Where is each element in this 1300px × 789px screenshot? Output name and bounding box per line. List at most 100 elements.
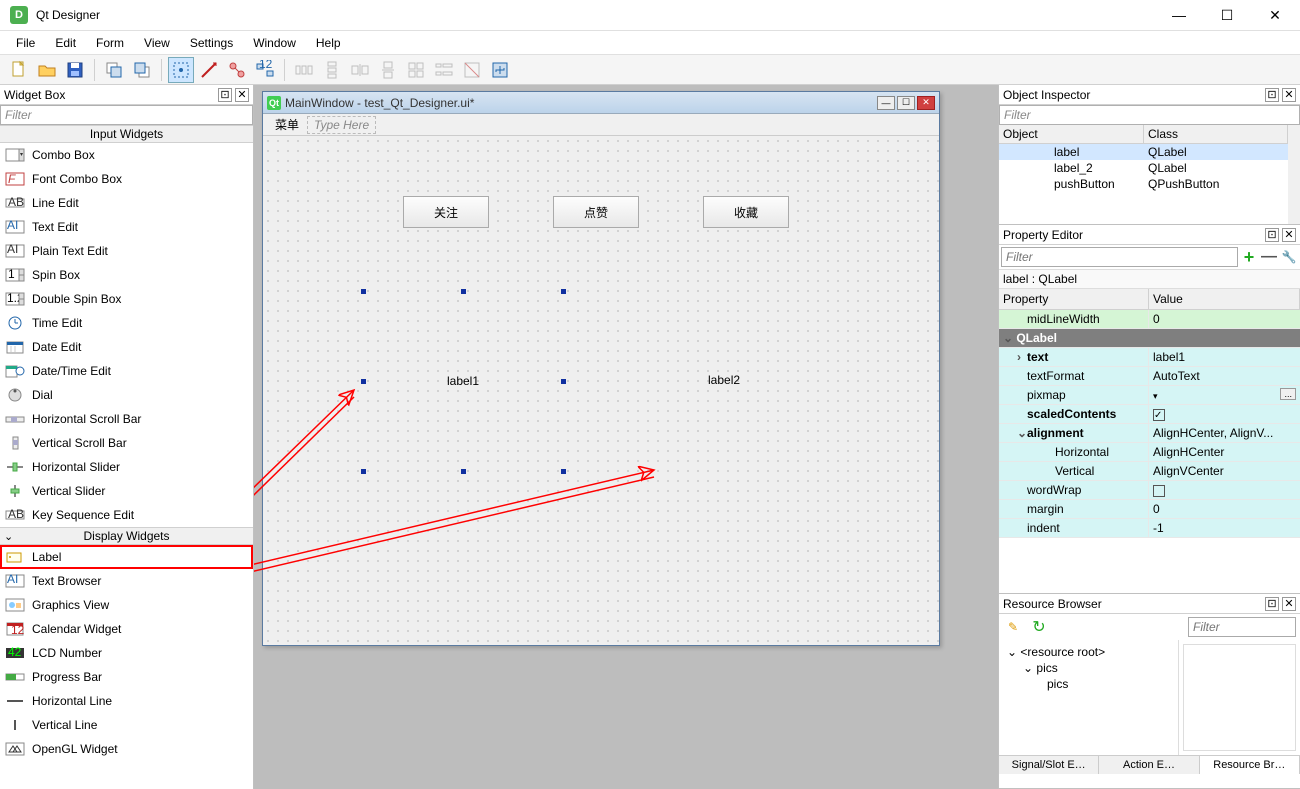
- oi-col-class[interactable]: Class: [1144, 125, 1288, 143]
- widget-item[interactable]: AIText Edit: [0, 215, 253, 239]
- pe-col-property[interactable]: Property: [999, 289, 1149, 309]
- widget-item[interactable]: Date/Time Edit: [0, 359, 253, 383]
- edit-buddies-icon[interactable]: [224, 57, 250, 83]
- dock-close-icon[interactable]: ✕: [235, 88, 249, 102]
- rb-edit-icon[interactable]: ✎: [1003, 617, 1023, 637]
- pe-add-icon[interactable]: +: [1240, 248, 1258, 266]
- widget-item[interactable]: Dial: [0, 383, 253, 407]
- tab-signal-slot[interactable]: Signal/Slot E…: [999, 756, 1099, 774]
- property-row[interactable]: HorizontalAlignHCenter: [999, 443, 1300, 462]
- bring-front-icon[interactable]: [129, 57, 155, 83]
- pe-filter-input[interactable]: [1001, 247, 1238, 267]
- design-window[interactable]: Qt MainWindow - test_Qt_Designer.ui* — ☐…: [262, 91, 940, 646]
- close-button[interactable]: ✕: [1260, 7, 1290, 24]
- widget-group-display[interactable]: ⌄Display Widgets: [0, 527, 253, 545]
- layout-h-splitter-icon[interactable]: [347, 57, 373, 83]
- widget-box-filter-input[interactable]: [0, 105, 253, 125]
- menu-window[interactable]: Window: [243, 33, 306, 53]
- pushbutton-2[interactable]: 点赞: [553, 196, 639, 228]
- menu-view[interactable]: View: [134, 33, 180, 53]
- design-canvas[interactable]: Qt MainWindow - test_Qt_Designer.ui* — ☐…: [254, 85, 998, 789]
- widget-item[interactable]: 1.2Double Spin Box: [0, 287, 253, 311]
- break-layout-icon[interactable]: [459, 57, 485, 83]
- widget-item[interactable]: 12Calendar Widget: [0, 617, 253, 641]
- pushbutton-1[interactable]: 关注: [403, 196, 489, 228]
- property-row[interactable]: VerticalAlignVCenter: [999, 462, 1300, 481]
- widget-item[interactable]: 42LCD Number: [0, 641, 253, 665]
- widget-item[interactable]: Date Edit: [0, 335, 253, 359]
- oi-col-object[interactable]: Object: [999, 125, 1144, 143]
- property-row[interactable]: wordWrap: [999, 481, 1300, 500]
- oi-filter-input[interactable]: [999, 105, 1300, 125]
- object-row[interactable]: pushButtonQPushButton: [999, 176, 1288, 192]
- property-row[interactable]: ⌄ QLabel: [999, 329, 1300, 348]
- widget-item[interactable]: Vertical Line: [0, 713, 253, 737]
- new-file-icon[interactable]: [6, 57, 32, 83]
- pe-float-icon[interactable]: ⊡: [1265, 228, 1279, 242]
- maximize-button[interactable]: ☐: [1212, 7, 1242, 24]
- widget-item[interactable]: Horizontal Slider: [0, 455, 253, 479]
- oi-float-icon[interactable]: ⊡: [1265, 88, 1279, 102]
- property-row[interactable]: ›textlabel1: [999, 348, 1300, 367]
- design-body[interactable]: 关注 点赞 收藏 label1 label2: [263, 136, 939, 645]
- property-row[interactable]: indent-1: [999, 519, 1300, 538]
- dock-float-icon[interactable]: ⊡: [218, 88, 232, 102]
- menu-help[interactable]: Help: [306, 33, 351, 53]
- property-row[interactable]: textFormatAutoText: [999, 367, 1300, 386]
- property-row[interactable]: pixmap... ▾: [999, 386, 1300, 405]
- layout-v-icon[interactable]: [319, 57, 345, 83]
- design-minimize-icon[interactable]: —: [877, 96, 895, 110]
- widget-item[interactable]: Vertical Slider: [0, 479, 253, 503]
- pe-col-value[interactable]: Value: [1149, 289, 1300, 309]
- minimize-button[interactable]: —: [1164, 7, 1194, 24]
- edit-signals-icon[interactable]: [196, 57, 222, 83]
- widget-item[interactable]: FFont Combo Box: [0, 167, 253, 191]
- rb-reload-icon[interactable]: ↻: [1029, 617, 1049, 637]
- design-maximize-icon[interactable]: ☐: [897, 96, 915, 110]
- property-grid[interactable]: midLineWidth0⌄ QLabel›textlabel1textForm…: [999, 310, 1300, 538]
- property-row[interactable]: scaledContents: [999, 405, 1300, 424]
- widget-list[interactable]: Input Widgets Combo BoxFFont Combo BoxAB…: [0, 125, 253, 789]
- widget-item[interactable]: 1Spin Box: [0, 263, 253, 287]
- design-close-icon[interactable]: ✕: [917, 96, 935, 110]
- pe-close-icon[interactable]: ✕: [1282, 228, 1296, 242]
- design-type-here[interactable]: Type Here: [307, 116, 376, 134]
- menu-edit[interactable]: Edit: [45, 33, 86, 53]
- widget-item[interactable]: ABILine Edit: [0, 191, 253, 215]
- tab-resource-browser[interactable]: Resource Br…: [1200, 756, 1300, 774]
- widget-item[interactable]: Label: [0, 545, 253, 569]
- tab-action-editor[interactable]: Action E…: [1099, 756, 1199, 774]
- oi-scrollbar[interactable]: [1288, 125, 1300, 224]
- widget-item[interactable]: Horizontal Line: [0, 689, 253, 713]
- widget-item[interactable]: Combo Box: [0, 143, 253, 167]
- rb-float-icon[interactable]: ⊡: [1265, 597, 1279, 611]
- property-row[interactable]: ⌄alignmentAlignHCenter, AlignV...: [999, 424, 1300, 443]
- widget-item[interactable]: Time Edit: [0, 311, 253, 335]
- open-file-icon[interactable]: [34, 57, 60, 83]
- resource-tree[interactable]: ⌄ <resource root> ⌄ pics pics: [999, 640, 1179, 755]
- property-row[interactable]: midLineWidth0: [999, 310, 1300, 329]
- send-back-icon[interactable]: [101, 57, 127, 83]
- label-widget-2[interactable]: label2: [708, 373, 740, 387]
- menu-form[interactable]: Form: [86, 33, 134, 53]
- label-widget-1[interactable]: label1: [363, 291, 563, 471]
- widget-item[interactable]: OpenGL Widget: [0, 737, 253, 761]
- widget-item[interactable]: Horizontal Scroll Bar: [0, 407, 253, 431]
- layout-h-icon[interactable]: [291, 57, 317, 83]
- edit-widgets-icon[interactable]: [168, 57, 194, 83]
- pe-remove-icon[interactable]: —: [1260, 248, 1278, 266]
- object-row[interactable]: labelQLabel: [999, 144, 1288, 160]
- edit-tab-order-icon[interactable]: 12: [252, 57, 278, 83]
- rb-close-icon[interactable]: ✕: [1282, 597, 1296, 611]
- design-menu-item[interactable]: 菜单: [267, 114, 307, 135]
- save-file-icon[interactable]: [62, 57, 88, 83]
- layout-v-splitter-icon[interactable]: [375, 57, 401, 83]
- pushbutton-3[interactable]: 收藏: [703, 196, 789, 228]
- object-tree[interactable]: labelQLabellabel_2QLabelpushButtonQPushB…: [999, 144, 1288, 224]
- widget-item[interactable]: Progress Bar: [0, 665, 253, 689]
- widget-group-input[interactable]: Input Widgets: [0, 125, 253, 143]
- layout-grid-icon[interactable]: [403, 57, 429, 83]
- widget-item[interactable]: Graphics View: [0, 593, 253, 617]
- object-row[interactable]: label_2QLabel: [999, 160, 1288, 176]
- widget-item[interactable]: AB.Key Sequence Edit: [0, 503, 253, 527]
